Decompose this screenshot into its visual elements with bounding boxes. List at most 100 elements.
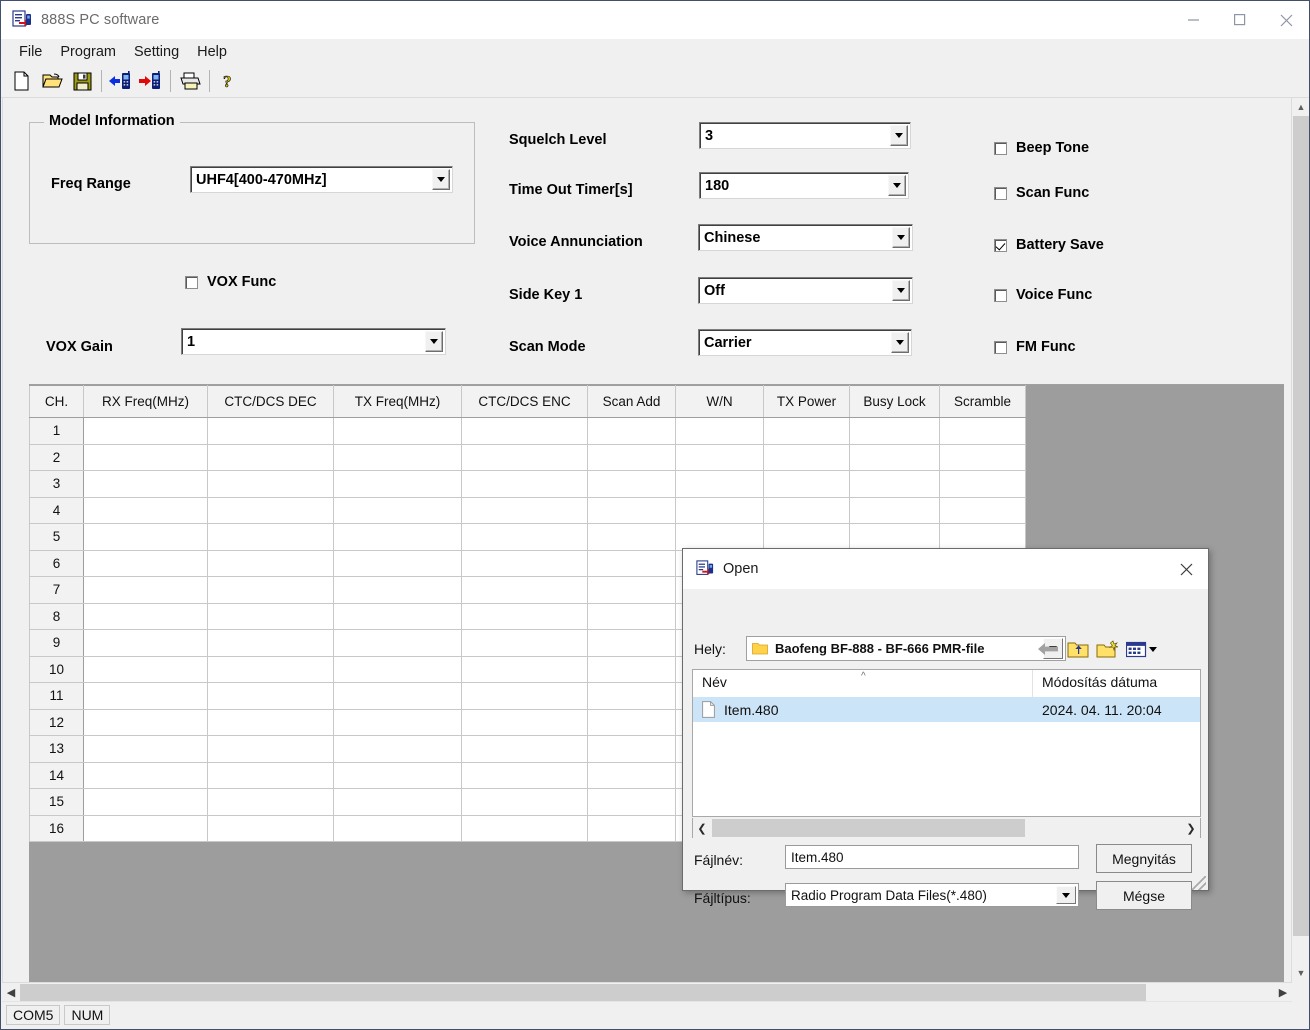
grid-cell[interactable] xyxy=(333,735,462,763)
chevron-down-icon[interactable] xyxy=(432,169,450,190)
grid-cell[interactable] xyxy=(333,629,462,657)
grid-row-header[interactable]: 7 xyxy=(29,576,84,604)
scroll-left-icon[interactable]: ❮ xyxy=(693,818,711,838)
scan-func-checkbox[interactable]: Scan Func xyxy=(994,185,1089,201)
grid-cell[interactable] xyxy=(83,735,208,763)
grid-cell[interactable] xyxy=(333,682,462,710)
grid-cell[interactable] xyxy=(939,443,1026,471)
open-icon[interactable] xyxy=(37,67,67,95)
grid-cell[interactable] xyxy=(83,470,208,498)
grid-row-header[interactable]: 12 xyxy=(29,708,84,736)
print-icon[interactable] xyxy=(175,67,205,95)
grid-cell[interactable] xyxy=(333,496,462,524)
grid-column-header[interactable]: CTC/DCS DEC xyxy=(207,385,334,418)
chevron-down-icon[interactable] xyxy=(892,280,910,301)
grid-cell[interactable] xyxy=(461,708,588,736)
grid-cell[interactable] xyxy=(83,655,208,683)
grid-cell[interactable] xyxy=(849,417,940,445)
grid-cell[interactable] xyxy=(939,523,1026,551)
grid-row-header[interactable]: 8 xyxy=(29,602,84,630)
grid-cell[interactable] xyxy=(675,496,764,524)
grid-cell[interactable] xyxy=(461,443,588,471)
grid-cell[interactable] xyxy=(83,814,208,842)
horizontal-scrollbar[interactable]: ◀ ▶ xyxy=(2,982,1292,1001)
chevron-down-icon[interactable] xyxy=(890,125,908,146)
grid-column-header[interactable]: RX Freq(MHz) xyxy=(83,385,208,418)
grid-column-header[interactable]: W/N xyxy=(675,385,764,418)
voice-annunciation-combobox[interactable]: Chinese xyxy=(698,224,913,251)
grid-cell[interactable] xyxy=(83,576,208,604)
grid-cell[interactable] xyxy=(587,523,676,551)
vox-func-checkbox[interactable]: VOX Func xyxy=(185,274,276,290)
grid-cell[interactable] xyxy=(207,735,334,763)
grid-column-header[interactable]: Scan Add xyxy=(587,385,676,418)
vertical-scrollbar[interactable]: ▲ ▼ xyxy=(1291,98,1309,982)
grid-cell[interactable] xyxy=(939,417,1026,445)
grid-cell[interactable] xyxy=(333,443,462,471)
grid-cell[interactable] xyxy=(849,523,940,551)
scroll-right-icon[interactable]: ❯ xyxy=(1182,818,1200,838)
chevron-down-icon[interactable] xyxy=(425,331,443,352)
grid-cell[interactable] xyxy=(207,443,334,471)
side-key-1-combobox[interactable]: Off xyxy=(698,277,913,304)
grid-cell[interactable] xyxy=(587,417,676,445)
grid-cell[interactable] xyxy=(207,470,334,498)
grid-column-header[interactable]: TX Power xyxy=(763,385,850,418)
grid-cell[interactable] xyxy=(461,788,588,816)
filename-input[interactable]: Item.480 xyxy=(785,845,1079,869)
grid-row-header[interactable]: 3 xyxy=(29,470,84,498)
scroll-left-icon[interactable]: ◀ xyxy=(2,983,20,1002)
chevron-down-icon[interactable] xyxy=(888,175,906,196)
grid-cell[interactable] xyxy=(675,443,764,471)
battery-save-checkbox[interactable]: Battery Save xyxy=(994,237,1104,253)
grid-cell[interactable] xyxy=(587,549,676,577)
grid-cell[interactable] xyxy=(587,602,676,630)
grid-cell[interactable] xyxy=(83,602,208,630)
grid-cell[interactable] xyxy=(939,470,1026,498)
grid-cell[interactable] xyxy=(587,735,676,763)
grid-cell[interactable] xyxy=(207,761,334,789)
grid-cell[interactable] xyxy=(207,549,334,577)
filetype-combobox[interactable]: Radio Program Data Files(*.480) xyxy=(785,883,1079,907)
beep-tone-checkbox[interactable]: Beep Tone xyxy=(994,140,1089,156)
grid-cell[interactable] xyxy=(333,470,462,498)
vertical-scrollbar-thumb[interactable] xyxy=(1293,116,1309,936)
table-row[interactable]: 1 xyxy=(29,417,1026,445)
location-combobox[interactable]: Baofeng BF-888 - BF-666 PMR-file xyxy=(746,636,1066,661)
dialog-close-button[interactable] xyxy=(1164,549,1208,589)
grid-cell[interactable] xyxy=(83,496,208,524)
file-list-item[interactable]: Item.480 2024. 04. 11. 20:04 xyxy=(693,697,1200,722)
fm-func-checkbox[interactable]: FM Func xyxy=(994,339,1076,355)
grid-cell[interactable] xyxy=(763,470,850,498)
grid-cell[interactable] xyxy=(763,417,850,445)
write-to-radio-icon[interactable] xyxy=(136,67,166,95)
menu-file[interactable]: File xyxy=(10,42,51,62)
grid-cell[interactable] xyxy=(587,470,676,498)
grid-cell[interactable] xyxy=(461,602,588,630)
grid-cell[interactable] xyxy=(461,682,588,710)
grid-cell[interactable] xyxy=(207,576,334,604)
grid-row-header[interactable]: 1 xyxy=(29,417,84,445)
about-help-icon[interactable]: ? xyxy=(214,67,244,95)
grid-cell[interactable] xyxy=(587,576,676,604)
grid-cell[interactable] xyxy=(333,761,462,789)
grid-row-header[interactable]: 16 xyxy=(29,814,84,842)
menu-program[interactable]: Program xyxy=(51,42,125,62)
grid-row-header[interactable]: 6 xyxy=(29,549,84,577)
grid-cell[interactable] xyxy=(587,443,676,471)
view-mode-icon[interactable] xyxy=(1125,637,1159,661)
cancel-button[interactable]: Mégse xyxy=(1096,881,1192,910)
grid-cell[interactable] xyxy=(587,814,676,842)
grid-cell[interactable] xyxy=(461,814,588,842)
grid-row-header[interactable]: 10 xyxy=(29,655,84,683)
grid-cell[interactable] xyxy=(333,576,462,604)
grid-cell[interactable] xyxy=(83,417,208,445)
table-row[interactable]: 2 xyxy=(29,443,1026,471)
grid-cell[interactable] xyxy=(207,602,334,630)
grid-cell[interactable] xyxy=(461,523,588,551)
grid-cell[interactable] xyxy=(849,470,940,498)
grid-cell[interactable] xyxy=(207,708,334,736)
scan-mode-combobox[interactable]: Carrier xyxy=(698,329,912,356)
grid-cell[interactable] xyxy=(333,708,462,736)
maximize-button[interactable] xyxy=(1217,1,1263,39)
